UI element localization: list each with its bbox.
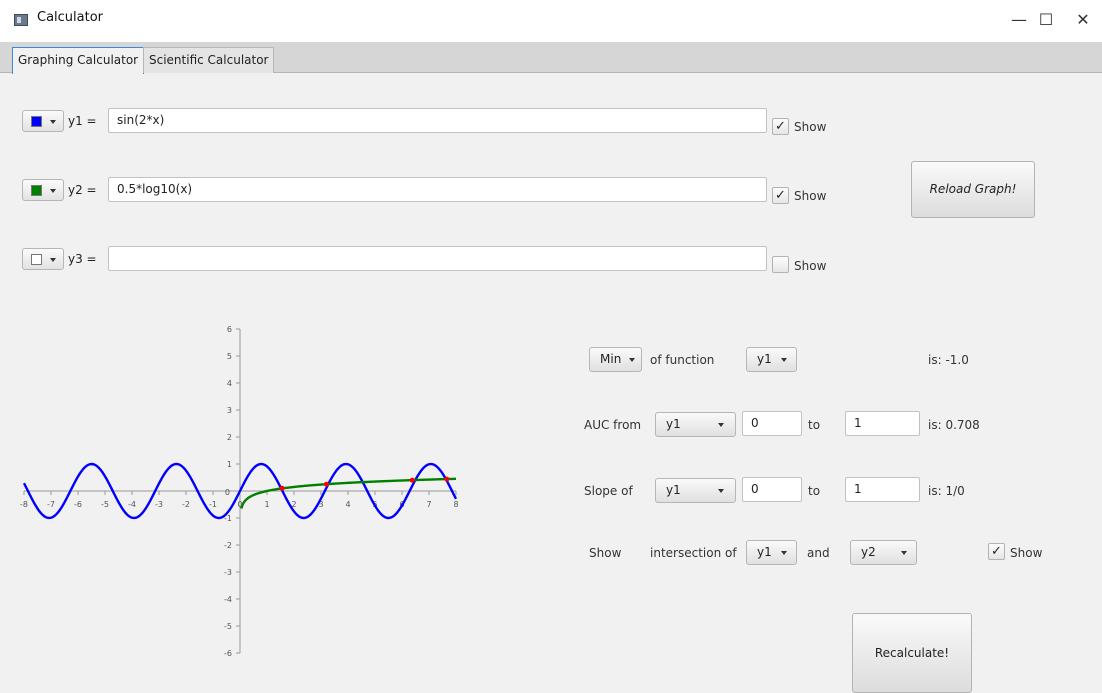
x-tick-label: -4: [128, 500, 136, 509]
min-function-value: y1: [757, 352, 772, 366]
y1-label: y1 =: [68, 114, 97, 128]
intersection-of-label: intersection of: [650, 546, 737, 560]
min-max-value: Min: [600, 352, 622, 366]
y-tick-label: 6: [227, 325, 232, 334]
x-tick-label: -8: [20, 500, 28, 509]
y1-color-picker[interactable]: [22, 110, 64, 132]
chevron-down-icon: [50, 258, 56, 262]
y-tick-label: -2: [224, 541, 232, 550]
y-tick-label: -6: [224, 649, 232, 658]
y1-show-label: Show: [794, 120, 827, 134]
auc-function-dropdown[interactable]: y1: [655, 412, 736, 437]
auc-result: is: 0.708: [928, 418, 980, 432]
function-graph: -8 -7 -6 -5 -4 -3 -2 -1 0 1 2 3 4 5 6 7 8-6-5-4-3-2-1012…: [20, 325, 459, 658]
recalculate-button[interactable]: Recalculate!: [852, 613, 972, 693]
intersection-function-b-value: y2: [861, 545, 876, 559]
intersection-point: [279, 485, 285, 491]
min-function-dropdown[interactable]: y1: [746, 347, 797, 372]
intersection-point: [444, 476, 450, 482]
y-tick-label: -3: [224, 568, 232, 577]
chevron-down-icon: [50, 189, 56, 193]
intersection-function-a-dropdown[interactable]: y1: [746, 540, 797, 565]
reload-graph-button[interactable]: Reload Graph!: [911, 161, 1035, 218]
y-tick-label: 3: [227, 406, 232, 415]
y3-color-swatch: [31, 254, 42, 265]
min-result: is: -1.0: [928, 353, 969, 367]
tab-bar: Graphing Calculator Scientific Calculato…: [0, 42, 1102, 74]
x-tick-label: -2: [182, 500, 190, 509]
y3-color-picker[interactable]: [22, 248, 64, 270]
chevron-down-icon: [718, 489, 724, 493]
intersection-show-label: Show: [589, 546, 622, 560]
min-max-dropdown[interactable]: Min: [589, 347, 642, 372]
chevron-down-icon: [781, 551, 787, 555]
intersection-function-a-value: y1: [757, 545, 772, 559]
y3-label: y3 =: [68, 252, 97, 266]
auc-from-input[interactable]: 0: [742, 411, 802, 436]
y2-show-label: Show: [794, 189, 827, 203]
intersection-show-checkbox[interactable]: ✓: [988, 543, 1005, 560]
title-bar: Calculator — ☐ ✕: [0, 0, 1102, 42]
slope-from-input[interactable]: 0: [742, 477, 802, 502]
auc-label: AUC from: [584, 418, 642, 432]
x-tick-label: -1: [209, 500, 217, 509]
slope-label: Slope of: [584, 484, 633, 498]
y1-expression-input[interactable]: sin(2*x): [108, 108, 767, 133]
y-tick-label: 5: [227, 352, 232, 361]
intersection-function-b-dropdown[interactable]: y2: [850, 540, 917, 565]
y-tick-label: -4: [224, 595, 232, 604]
intersection-point: [409, 477, 415, 483]
x-tick-label: 1: [264, 500, 269, 509]
tab-scientific-calculator[interactable]: Scientific Calculator: [143, 47, 275, 73]
x-tick-label: 8: [453, 500, 458, 509]
window-title: Calculator: [37, 10, 104, 25]
y3-show-checkbox[interactable]: [772, 256, 789, 273]
slope-to-label: to: [808, 484, 821, 498]
y-tick-label: 2: [227, 433, 232, 442]
and-label: and: [807, 546, 830, 560]
maximize-button[interactable]: ☐: [1029, 6, 1063, 34]
x-tick-label: -6: [74, 500, 82, 509]
x-tick-label: -5: [101, 500, 109, 509]
app-icon: [14, 14, 28, 26]
chevron-down-icon: [718, 423, 724, 427]
x-tick-label: -7: [47, 500, 55, 509]
auc-to-label: to: [808, 418, 821, 432]
x-tick-label: -3: [155, 500, 163, 509]
y-tick-label: -5: [224, 622, 232, 631]
auc-function-value: y1: [666, 417, 681, 431]
slope-function-dropdown[interactable]: y1: [655, 478, 736, 503]
auc-to-input[interactable]: 1: [845, 411, 920, 436]
y1-color-swatch: [31, 116, 42, 127]
chevron-down-icon: [50, 120, 56, 124]
slope-to-input[interactable]: 1: [845, 477, 920, 502]
slope-result: is: 1/0: [928, 484, 965, 498]
y3-expression-input[interactable]: [108, 246, 767, 271]
chevron-down-icon: [629, 358, 635, 362]
y-tick-label: 4: [227, 379, 232, 388]
y2-label: y2 =: [68, 183, 97, 197]
x-tick-label: 4: [345, 500, 350, 509]
y1-show-checkbox[interactable]: ✓: [772, 118, 789, 135]
intersection-checkbox-label: Show: [1010, 546, 1043, 560]
intersection-point: [323, 481, 329, 487]
close-button[interactable]: ✕: [1066, 6, 1100, 34]
y-tick-label: 1: [227, 460, 232, 469]
y2-color-swatch: [31, 185, 42, 196]
chevron-down-icon: [781, 358, 787, 362]
y-tick-label: 0: [225, 488, 230, 497]
slope-function-value: y1: [666, 483, 681, 497]
y2-expression-input[interactable]: 0.5*log10(x): [108, 177, 767, 202]
y2-show-checkbox[interactable]: ✓: [772, 187, 789, 204]
chevron-down-icon: [901, 551, 907, 555]
of-function-label: of function: [650, 353, 715, 367]
y3-show-label: Show: [794, 259, 827, 273]
x-tick-label: 7: [426, 500, 431, 509]
y2-color-picker[interactable]: [22, 179, 64, 201]
tab-graphing-calculator[interactable]: Graphing Calculator: [12, 47, 145, 74]
